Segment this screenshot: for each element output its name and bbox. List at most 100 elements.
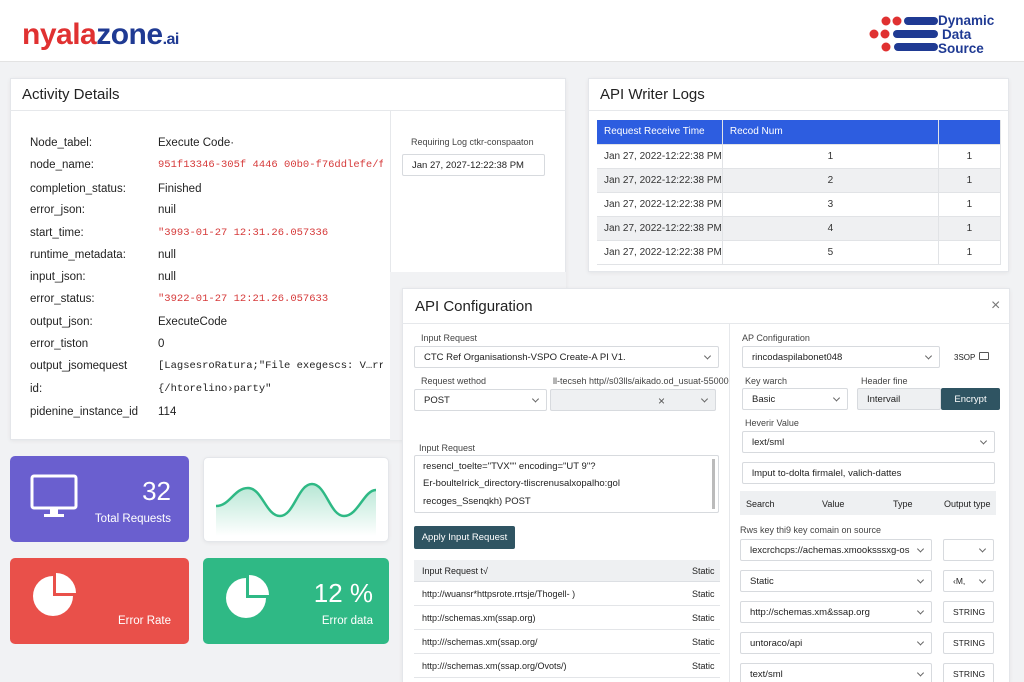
total-requests-card[interactable]: 32 Total Requests (10, 456, 189, 542)
logs-title: API Writer Logs (600, 86, 705, 103)
mapping-type-select[interactable]: STRING (943, 601, 994, 623)
table-cell: 1 (938, 216, 1002, 241)
table-header-request[interactable]: Input Request t√ (422, 566, 488, 576)
config-title: API Configuration (415, 298, 533, 315)
dds-logo-icon (869, 16, 938, 52)
mapping-source-select[interactable]: Static (740, 570, 932, 592)
total-requests-label: Total Requests (94, 513, 171, 525)
chevron-down-icon (700, 395, 709, 403)
error-rate-card[interactable]: Error Rate (10, 558, 189, 644)
activity-key: error_tiston (30, 338, 89, 350)
mapping-source-select[interactable]: untoraco/api (740, 632, 932, 654)
right-config-select[interactable]: rincodaspilabonet048 (742, 346, 940, 368)
mapping-source-value: text/sml (750, 668, 783, 680)
activity-key: Node_tabel: (30, 137, 93, 149)
logs-header-time[interactable]: Request Receive Time (597, 120, 723, 145)
divider (10, 110, 566, 111)
dds-brand-text: Dynamic Data Source (938, 14, 1018, 56)
request-body-textarea[interactable]: resencl_toelte="TVX"" encoding="UT 9"? E… (414, 455, 719, 513)
input-request-select[interactable]: CTC Ref Organisationsh-VSPO Create-A PI … (414, 346, 719, 368)
body-line: recoges_Ssenqkh) POST (423, 495, 531, 507)
chevron-down-icon (978, 576, 987, 584)
input-request-table: Input Request t√ Static http://wuansr*ht… (414, 560, 720, 682)
brand-logo[interactable]: nyalazone.ai (22, 18, 179, 52)
mapping-source-value: untoraco/api (750, 637, 803, 649)
map-header-type[interactable]: Type (893, 499, 913, 509)
method-select[interactable]: POST (414, 389, 547, 411)
method-value: POST (424, 394, 450, 406)
table-row[interactable]: Jan 27, 2022-12:22:38 PM 3 1 (597, 192, 1002, 217)
url-label: ll-tecseh http//s03lls/aikado.od_usuat-5… (553, 376, 729, 386)
activity-value: "3922-01-27 12:21.26.057633 (158, 293, 329, 305)
body-line: resencl_toelte="TVX"" encoding="UT 9"? (423, 461, 596, 473)
sparkline-chart (215, 482, 377, 536)
mapping-source-select[interactable]: text/sml (740, 663, 932, 682)
table-cell: http:///schemas.xm(ssap.org/Ovots/) (422, 661, 567, 671)
table-header-type[interactable]: Static (692, 566, 715, 576)
chevron-down-icon (703, 352, 712, 360)
mapping-source-select[interactable]: http://schemas.xm&ssap.org (740, 601, 932, 623)
import-input[interactable]: lmput to-dolta firmalel, valich-dattes (742, 462, 995, 484)
logs-header-record[interactable]: Recod Num (722, 120, 939, 145)
activity-key: pidenine_instance_id (30, 406, 139, 418)
activity-key: error_json: (30, 204, 85, 216)
pie-chart-icon (33, 573, 76, 616)
table-row[interactable]: Jan 27, 2022-12:22:38 PM 4 1 (597, 216, 1002, 241)
key-select[interactable]: Basic (742, 388, 848, 410)
heverir-select[interactable]: lext/sml (742, 431, 995, 453)
header-label: Header fine (861, 376, 908, 386)
map-header-search[interactable]: Search (746, 499, 775, 509)
rws-label: Rws key thi9 key comain on source (740, 525, 882, 535)
body-line: Er-boulteIrick_directory-tliscrenusalxop… (423, 478, 620, 490)
scrollbar[interactable] (712, 459, 715, 509)
mapping-type-select[interactable]: STRING (943, 663, 994, 682)
right-config-label: AP Configuration (742, 333, 810, 343)
table-row[interactable]: http:///schemas.xm(ssap.org/Static (414, 630, 720, 654)
mapping-type-select[interactable] (943, 539, 994, 561)
table-cell: 2 (722, 168, 939, 193)
mapping-type-select[interactable]: STRING (943, 632, 994, 654)
activity-value: 951f13346-305f 4446 00b0-f76ddlefe/f (158, 159, 383, 171)
encrypt-button[interactable]: Encrypt (941, 388, 1000, 410)
mapping-type-select[interactable]: ‹M, (943, 570, 994, 592)
key-label: Key warch (745, 376, 788, 386)
map-header-value[interactable]: Value (822, 499, 844, 509)
map-header-output-type[interactable]: Output type (944, 499, 991, 509)
table-row[interactable]: Jan 27, 2022-12:22:38 PM 5 1 (597, 240, 1002, 265)
request-log-label: Requiring Log ctkr-conspaaton (411, 137, 534, 147)
badge-button[interactable]: 3SOP (945, 346, 995, 368)
table-row[interactable]: http://schemas.xm(ssap.org) Static (414, 606, 720, 630)
clear-icon[interactable]: × (658, 394, 665, 408)
chevron-down-icon (916, 576, 925, 584)
table-cell: 1 (938, 144, 1002, 169)
mapping-type-value: STRING (953, 638, 986, 648)
activity-key: completion_status: (30, 183, 126, 195)
table-row[interactable]: Jan 27, 2022-12:22:38 PM 2 1 (597, 168, 1002, 193)
apply-input-request-button[interactable]: Apply Input Request (414, 526, 515, 549)
url-select[interactable]: × (550, 389, 716, 411)
table-row[interactable]: http:///schemas.xm(ssap.org/Ovots/) Stati… (414, 654, 720, 678)
error-data-label: Error data (321, 615, 373, 627)
method-label: Request wethod (421, 376, 487, 386)
error-data-card[interactable]: 12 % Error data (203, 558, 389, 644)
monitor-icon (30, 474, 78, 517)
mapping-source-select[interactable]: lexcrchcps://achemas.xmooksssxg-os (740, 539, 932, 561)
activity-value: {/htorelino›party" (158, 383, 272, 395)
table-row[interactable]: Jan 27, 2022-12:22:38 PM 1 1 (597, 144, 1002, 169)
close-icon[interactable]: × (991, 297, 1000, 315)
chevron-down-icon (979, 437, 988, 445)
mapping-type-value: STRING (953, 607, 986, 617)
divider (588, 110, 1009, 111)
header-input[interactable]: Intervail (857, 388, 941, 410)
logo-part-2: zone (96, 18, 163, 51)
table-row[interactable]: http://wuansr*httpsrote.rrtsje/Thogell- … (414, 582, 720, 606)
table-cell: 3 (722, 192, 939, 217)
activity-value: Execute Code· (158, 137, 235, 149)
pie-chart-icon (226, 575, 269, 618)
activity-key: output_jsomequest (30, 360, 128, 372)
activity-key: error_status: (30, 293, 95, 305)
body-label: Input Request (419, 443, 476, 453)
request-log-field[interactable]: Jan 27, 2027-12:22:38 PM (402, 154, 545, 176)
logs-header-extra[interactable] (938, 120, 1002, 145)
activity-value: "3993-01-27 12:31.26.057336 (158, 227, 329, 239)
